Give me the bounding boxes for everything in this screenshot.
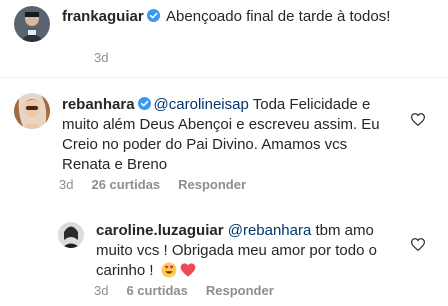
avatar-caroline-luzaguiar[interactable] — [58, 222, 84, 248]
verified-badge-icon — [146, 9, 160, 22]
comment-text: rebanhara @carolineisap Toda Felicidade e… — [62, 95, 392, 175]
reply-text: caroline.luzaguiar @rebanhara tbm amo mu… — [96, 221, 396, 281]
caption-body: Abençoado final de tarde à todos! — [162, 8, 391, 25]
avatar-frankaguiar[interactable] — [14, 6, 50, 42]
avatar-rebanhara[interactable] — [14, 93, 50, 129]
like-comment-heart-icon[interactable] — [411, 113, 425, 126]
comment-mention[interactable]: @carolineisap — [154, 96, 249, 113]
like-reply-heart-icon[interactable] — [411, 238, 425, 251]
reply-username[interactable]: caroline.luzaguiar — [96, 222, 224, 239]
verified-badge-icon — [137, 97, 151, 110]
comment-meta: 3d 26 curtidas Responder — [59, 177, 264, 192]
reply-mention[interactable]: @rebanhara — [228, 222, 312, 239]
caption-text: frankaguiar Abençoado final de tarde à t… — [62, 7, 434, 27]
red-heart-emoji — [180, 262, 196, 278]
reply-time[interactable]: 3d — [94, 283, 108, 298]
comment-likes[interactable]: 26 curtidas — [91, 177, 160, 192]
caption-username[interactable]: frankaguiar — [62, 8, 144, 25]
heart-eyes-emoji — [161, 262, 177, 278]
caption-time[interactable]: 3d — [94, 50, 108, 65]
comment-time[interactable]: 3d — [59, 177, 73, 192]
reply-likes[interactable]: 6 curtidas — [126, 283, 187, 298]
comment-reply-button[interactable]: Responder — [178, 177, 246, 192]
divider — [0, 77, 448, 78]
reply-reply-button[interactable]: Responder — [206, 283, 274, 298]
reply-meta: 3d 6 curtidas Responder — [94, 283, 292, 298]
comment-username[interactable]: rebanhara — [62, 96, 135, 113]
caption-meta: 3d — [94, 50, 126, 65]
